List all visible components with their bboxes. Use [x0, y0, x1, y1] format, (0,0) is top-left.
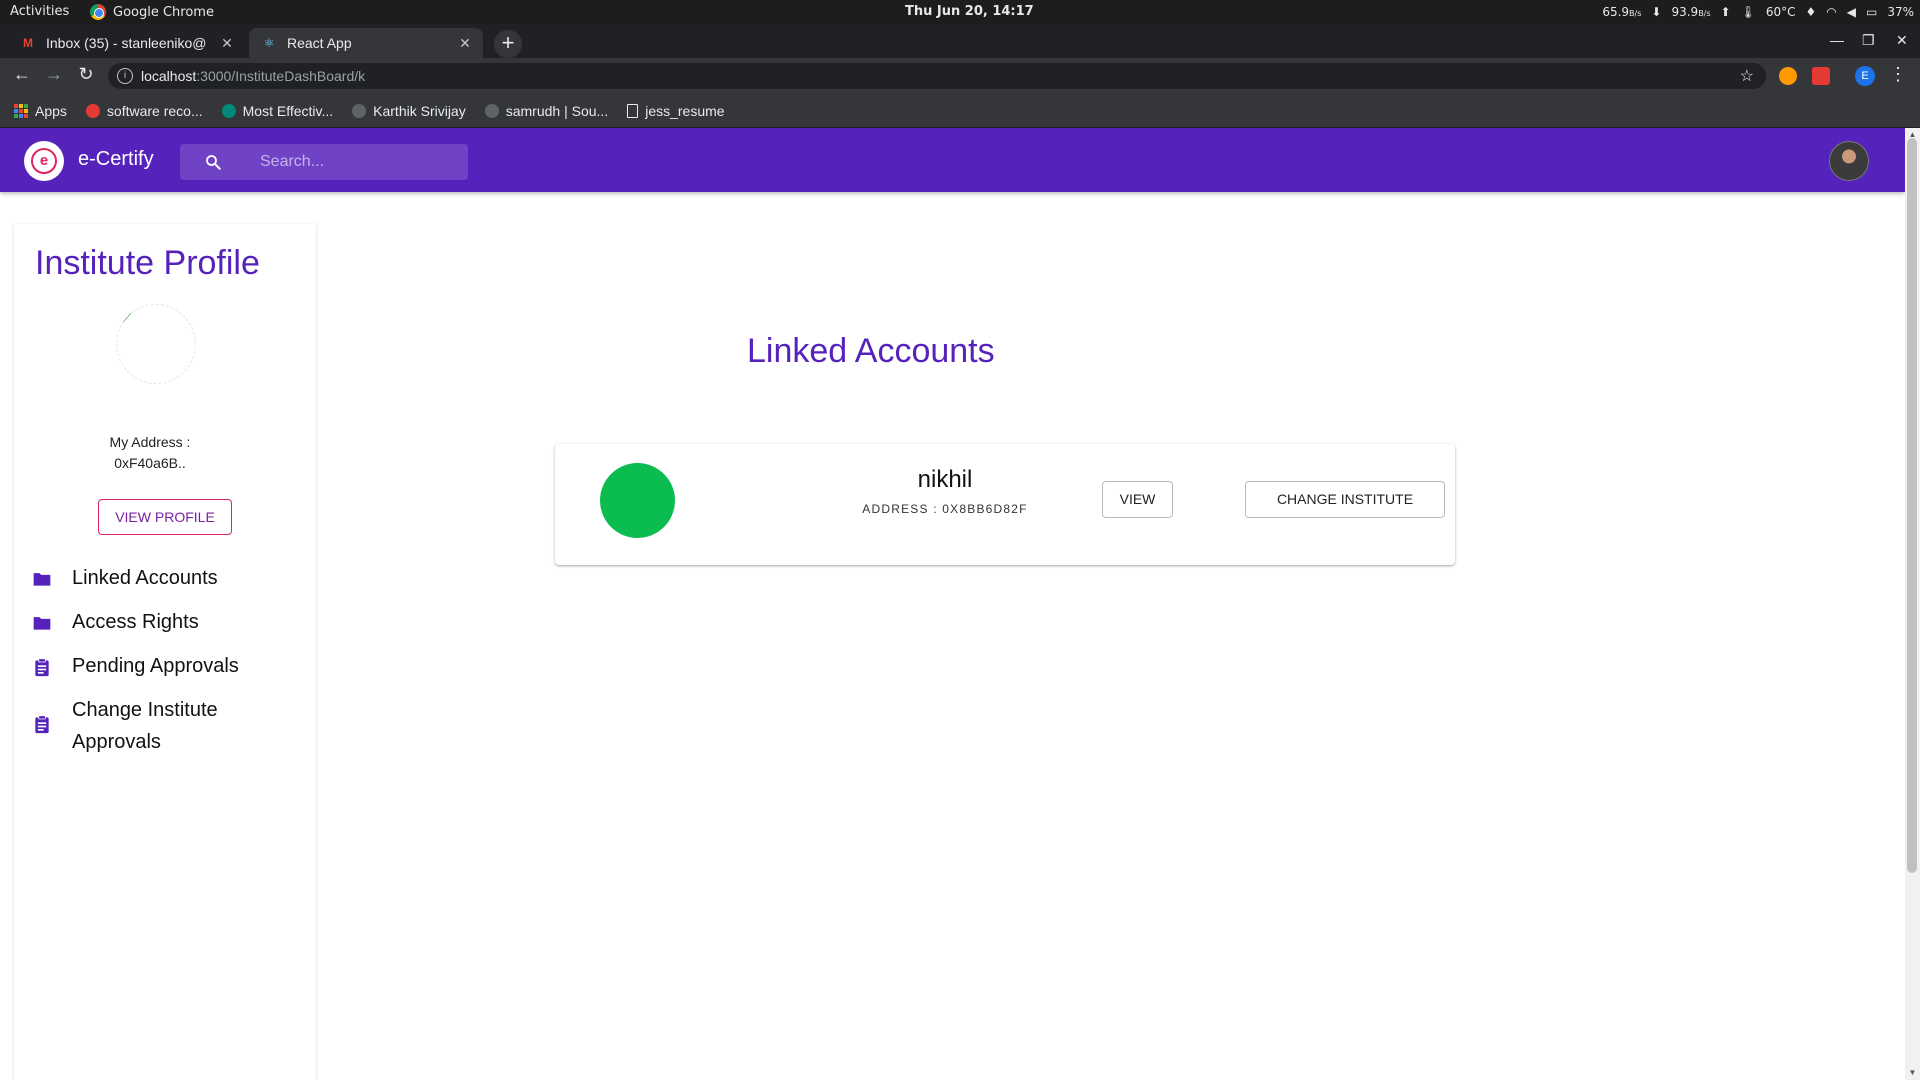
bookmark-star-icon[interactable]: ☆ — [1740, 66, 1754, 86]
ask-icon — [85, 103, 100, 118]
bookmarks-bar: Apps software reco... Most Effectiv... K… — [0, 94, 1920, 128]
sidebar-item-label: Change Institute Approvals — [72, 699, 218, 753]
system-top-bar: Activities Google Chrome Thu Jun 20, 14:… — [0, 0, 1920, 24]
restore-icon[interactable]: ❐ — [1862, 32, 1875, 49]
account-card: nikhil ADDRESS : 0X8BB6D82F VIEW CHANGE … — [555, 444, 1455, 565]
sidebar-item-access-rights[interactable]: Access Rights — [14, 610, 316, 638]
folder-icon — [33, 617, 51, 630]
forward-icon[interactable]: → — [42, 64, 66, 85]
bookmark-jess-resume[interactable]: jess_resume — [627, 103, 725, 119]
profile-icon[interactable]: E — [1855, 66, 1875, 86]
doc-icon — [627, 103, 639, 118]
tab-label: Inbox (35) - stanleeniko@ — [46, 35, 207, 51]
bookmark-karthik[interactable]: Karthik Srivijay — [352, 103, 466, 119]
net-down-speed: 65.9B/s — [1602, 5, 1642, 19]
bookmark-samrudh[interactable]: samrudh | Sou... — [484, 103, 608, 119]
notification-icon: ♦ — [1805, 5, 1817, 19]
chrome-menu-icon[interactable]: ⋮ — [1886, 64, 1910, 85]
net-up-speed: 93.9B/s — [1671, 5, 1711, 19]
brand-name: e-Certify — [78, 148, 154, 170]
battery-icon: ▭ — [1865, 5, 1878, 19]
clipboard-icon — [35, 658, 49, 677]
sidebar-item-linked-accounts[interactable]: Linked Accounts — [14, 566, 316, 594]
apps-grid-icon — [14, 103, 28, 118]
app-menu-label: Google Chrome — [113, 4, 214, 20]
sourcerer-icon — [484, 103, 499, 118]
scrollbar-thumb[interactable] — [1907, 138, 1917, 873]
brand-logo[interactable]: e — [24, 141, 64, 181]
volume-icon: ◀ — [1846, 5, 1856, 19]
chrome-icon — [90, 4, 106, 20]
app-bar: e e-Certify — [0, 128, 1905, 192]
react-icon: ⚛ — [263, 36, 275, 50]
avatar[interactable] — [1829, 141, 1869, 181]
extension-icon[interactable] — [1812, 67, 1830, 85]
sidebar-item-label: Linked Accounts — [72, 567, 218, 589]
gmail-icon: M — [23, 36, 33, 50]
tab-label: React App — [287, 35, 352, 51]
app-menu[interactable]: Google Chrome — [90, 4, 214, 20]
clipboard-icon — [35, 715, 49, 734]
address-bar[interactable]: i localhost:3000/InstituteDashBoard/k ☆ — [108, 63, 1766, 89]
thermometer-icon: 🌡 — [1740, 5, 1756, 19]
wifi-icon: ◠ — [1826, 5, 1837, 19]
profile-image: ⟋ — [116, 304, 196, 384]
activities-button[interactable]: Activities — [10, 4, 69, 19]
account-name: nikhil — [917, 466, 973, 493]
close-icon[interactable]: ✕ — [217, 35, 237, 52]
window-close-icon[interactable]: ✕ — [1896, 32, 1908, 49]
scroll-down-icon[interactable]: ▼ — [1908, 1068, 1917, 1077]
view-button[interactable]: VIEW — [1102, 481, 1173, 518]
bookmark-most-effective[interactable]: Most Effectiv... — [221, 103, 333, 119]
address-label: My Address : — [109, 434, 191, 450]
reload-icon[interactable]: ↻ — [74, 64, 98, 85]
extension-metamask-icon[interactable] — [1779, 67, 1797, 85]
sidebar-item-pending-approvals[interactable]: Pending Approvals — [14, 654, 316, 682]
search-input[interactable] — [260, 150, 450, 174]
system-tray[interactable]: 65.9B/s ⬇ 93.9B/s ⬆ 🌡 60°C ♦ ◠ ◀ ▭ 37% — [1602, 5, 1914, 19]
new-tab-button[interactable]: + — [494, 30, 522, 58]
address-value: 0xF40a6B.. — [114, 455, 186, 471]
back-icon[interactable]: ← — [10, 64, 34, 85]
sidebar-menu: Linked Accounts Access Rights Pending Ap… — [14, 566, 316, 774]
sidebar-item-label: Pending Approvals — [72, 655, 239, 677]
arrow-up-icon: ⬆ — [1720, 5, 1731, 19]
bookmark-apps[interactable]: Apps — [14, 103, 67, 119]
ecertify-logo-icon: e — [31, 148, 57, 174]
view-profile-button[interactable]: VIEW PROFILE — [98, 499, 232, 535]
minimize-icon[interactable]: — — [1830, 32, 1844, 48]
temperature: 60°C — [1765, 5, 1796, 19]
url-path: :3000/InstituteDashBoard/k — [196, 68, 366, 84]
change-institute-button[interactable]: CHANGE INSTITUTE — [1245, 481, 1445, 518]
search-icon — [206, 155, 221, 170]
arrow-down-icon: ⬇ — [1651, 5, 1662, 19]
site-icon — [221, 103, 236, 118]
profile-title: Institute Profile — [35, 244, 260, 282]
bookmark-software-reco[interactable]: software reco... — [85, 103, 203, 119]
folder-icon — [33, 573, 51, 586]
sidebar: Institute Profile ⟋ My Address : 0xF40a6… — [14, 224, 316, 1080]
clock[interactable]: Thu Jun 20, 14:17 — [905, 4, 1034, 19]
tab-strip: M Inbox (35) - stanleeniko@ ✕ ⚛ React Ap… — [0, 24, 1920, 58]
battery-level: 37% — [1887, 5, 1914, 19]
info-icon[interactable]: i — [117, 68, 133, 84]
url-host: localhost — [141, 68, 197, 84]
close-icon[interactable]: ✕ — [455, 35, 475, 52]
account-address: ADDRESS : 0X8BB6D82F — [862, 502, 1028, 516]
account-status-dot — [600, 463, 675, 538]
github-icon — [352, 103, 367, 118]
page-title: Linked Accounts — [747, 332, 995, 370]
search-box — [180, 144, 468, 180]
broken-image-icon: ⟋ — [123, 311, 132, 325]
tab-react-app[interactable]: ⚛ React App ✕ — [249, 28, 483, 58]
sidebar-item-label: Access Rights — [72, 611, 199, 633]
browser-toolbar: ← → ↻ i localhost:3000/InstituteDashBoar… — [0, 58, 1920, 94]
tab-gmail[interactable]: M Inbox (35) - stanleeniko@ ✕ — [8, 28, 245, 58]
sidebar-item-change-institute-approvals[interactable]: Change Institute Approvals — [14, 698, 316, 758]
